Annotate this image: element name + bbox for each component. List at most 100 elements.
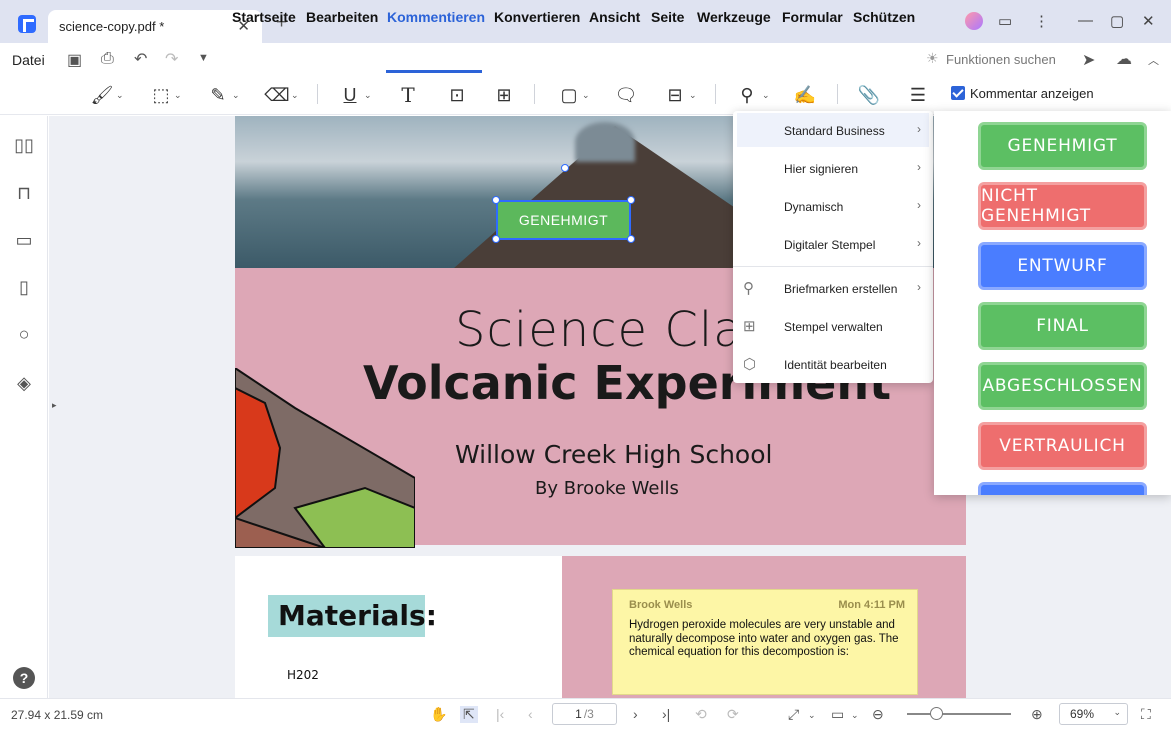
fit-page-icon[interactable]: ⤢ (788, 706, 799, 723)
menu-item-standard-business[interactable]: Standard Business › (737, 113, 929, 147)
comments-panel-icon[interactable]: ▭ (13, 229, 35, 251)
print-icon[interactable]: ⎙ (101, 50, 114, 68)
menu-werkzeuge[interactable]: Werkzeuge (697, 9, 771, 25)
stamp-dropdown-icon[interactable]: ⌄ (762, 90, 770, 101)
underline-tool-icon[interactable]: U (337, 84, 363, 106)
stamp-entwurf[interactable]: ENTWURF (978, 242, 1147, 290)
rotate-left-icon[interactable]: ⟲ (695, 706, 707, 723)
menu-konvertieren[interactable]: Konvertieren (494, 9, 580, 25)
help-icon[interactable]: ? (13, 667, 35, 689)
chat-icon[interactable]: ▭ (998, 12, 1012, 30)
menu-item-identitaet-bearbeiten[interactable]: ⬡ Identität bearbeiten (737, 347, 929, 381)
more-icon[interactable]: ⋮ (1034, 12, 1049, 30)
maximize-icon[interactable]: ▢ (1110, 12, 1124, 30)
menu-item-stempel-verwalten[interactable]: ⊞ Stempel verwalten (737, 309, 929, 343)
next-page-icon[interactable]: › (633, 706, 638, 722)
stamp-nicht-genehmigt[interactable]: NICHT GENEHMIGT (978, 182, 1147, 230)
bookmark-icon[interactable]: ⊓ (13, 182, 35, 204)
page-number-input[interactable]: 1 /3 (552, 703, 617, 725)
stamp-genehmigt[interactable]: GENEHMIGT (978, 122, 1147, 170)
stamp-abgeschlossen[interactable]: ABGESCHLOSSEN (978, 362, 1147, 410)
note-tool-icon[interactable]: 🗨 (613, 84, 639, 106)
menu-formular[interactable]: Formular (782, 9, 843, 25)
highlight-tool-icon[interactable]: 🖌 (89, 84, 115, 106)
menu-ansicht[interactable]: Ansicht (589, 9, 640, 25)
eraser-tool-icon[interactable]: ⌫ (264, 84, 290, 106)
underline-dropdown-icon[interactable]: ⌄ (364, 90, 372, 101)
menu-bearbeiten[interactable]: Bearbeiten (306, 9, 378, 25)
menu-item-briefmarken-erstellen[interactable]: ⚲ Briefmarken erstellen › (737, 271, 929, 305)
signature-tool-icon[interactable]: ✍ (792, 84, 818, 106)
resize-handle-tr[interactable] (627, 196, 635, 204)
feature-search[interactable]: Funktionen suchen (946, 52, 1056, 67)
stamp-tool-icon[interactable]: ⚲ (734, 84, 760, 106)
layout-dropdown-icon[interactable]: ⌄ (851, 710, 859, 721)
zoom-select[interactable]: 69% ⌄ (1059, 703, 1128, 725)
layers-icon[interactable]: ◈ (13, 372, 35, 394)
attachments-panel-icon[interactable]: ▯ (13, 276, 35, 298)
pencil-tool-icon[interactable]: ✎ (205, 84, 231, 106)
shape-dropdown-icon[interactable]: ⌄ (582, 90, 590, 101)
measure-tool-icon[interactable]: ⊟ (662, 84, 688, 106)
shape-tool-icon[interactable]: ▢ (556, 84, 582, 106)
avatar[interactable] (965, 12, 983, 30)
attachment-tool-icon[interactable]: 📎 (856, 84, 882, 106)
select-tool-icon[interactable]: ⇱ (460, 706, 478, 723)
cloud-upload-icon[interactable]: ☁ (1116, 49, 1132, 69)
menu-item-dynamisch[interactable]: Dynamisch › (737, 189, 929, 223)
materials-heading: Materials: (268, 595, 437, 637)
hand-tool-icon[interactable]: ✋ (430, 706, 447, 723)
search-icon[interactable]: ○ (13, 323, 35, 345)
placed-stamp[interactable]: GENEHMIGT (496, 200, 631, 240)
last-page-icon[interactable]: ›| (662, 706, 670, 722)
save-icon[interactable]: ▣ (67, 50, 82, 70)
menu-item-digitaler-stempel[interactable]: Digitaler Stempel › (737, 227, 929, 261)
undo-icon[interactable]: ↶ (134, 49, 147, 69)
sticky-note[interactable]: Brook Wells Mon 4:11 PM Hydrogen peroxid… (612, 589, 918, 695)
first-page-icon[interactable]: |‹ (496, 706, 504, 722)
zoom-slider-track[interactable] (907, 713, 1011, 715)
menu-seite[interactable]: Seite (651, 9, 684, 25)
textbox-tool-icon[interactable]: ⊡ (444, 84, 470, 106)
resize-handle-br[interactable] (627, 235, 635, 243)
rotate-right-icon[interactable]: ⟳ (727, 706, 739, 723)
document-tab[interactable]: science-copy.pdf * ✕ (48, 10, 262, 43)
prev-page-icon[interactable]: ‹ (528, 706, 533, 722)
fit-dropdown-icon[interactable]: ⌄ (808, 710, 816, 721)
callout-tool-icon[interactable]: ⊞ (491, 84, 517, 106)
menu-file[interactable]: Datei (12, 52, 45, 68)
menu-schuetzen[interactable]: Schützen (853, 9, 915, 25)
show-comments-checkbox[interactable] (951, 86, 965, 100)
stamp-partially-visible[interactable] (978, 482, 1147, 495)
menu-kommentieren[interactable]: Kommentieren (387, 9, 485, 25)
menu-startseite[interactable]: Startseite (232, 9, 296, 25)
eraser-dropdown-icon[interactable]: ⌄ (291, 90, 299, 101)
pencil-dropdown-icon[interactable]: ⌄ (232, 90, 240, 101)
zoom-slider-knob[interactable] (930, 707, 944, 720)
thumbnails-icon[interactable]: ▯▯ (13, 134, 35, 156)
area-highlight-tool-icon[interactable]: ⬚ (148, 84, 174, 106)
resize-handle-bl[interactable] (492, 235, 500, 243)
menu-item-hier-signieren[interactable]: Hier signieren › (737, 151, 929, 185)
pdf-page-2[interactable]: Materials: H202 Brook Wells Mon 4:11 PM … (235, 556, 966, 698)
stamp-vertraulich[interactable]: VERTRAULICH (978, 422, 1147, 470)
collapse-ribbon-icon[interactable]: ︿ (1148, 52, 1159, 68)
typewriter-tool-icon[interactable]: T (395, 83, 421, 107)
minimize-icon[interactable]: — (1078, 12, 1093, 29)
measure-dropdown-icon[interactable]: ⌄ (689, 90, 697, 101)
stamp-final[interactable]: FINAL (978, 302, 1147, 350)
send-icon[interactable]: ➤ (1082, 50, 1095, 70)
expand-panel-icon[interactable]: ▸ (52, 400, 57, 411)
zoom-in-icon[interactable]: ⊕ (1031, 706, 1043, 723)
rotate-handle[interactable] (561, 164, 569, 172)
quick-access-dropdown-icon[interactable]: ▼ (198, 52, 209, 64)
resize-handle-tl[interactable] (492, 196, 500, 204)
highlight-dropdown-icon[interactable]: ⌄ (116, 90, 124, 101)
zoom-out-icon[interactable]: ⊖ (872, 706, 884, 723)
redo-icon[interactable]: ↷ (165, 49, 178, 69)
comment-list-icon[interactable]: ☰ (905, 84, 931, 106)
area-dropdown-icon[interactable]: ⌄ (174, 90, 182, 101)
close-window-icon[interactable]: ✕ (1142, 12, 1155, 30)
fullscreen-icon[interactable]: ⛶ (1141, 706, 1151, 723)
page-layout-icon[interactable]: ▭ (831, 706, 844, 723)
